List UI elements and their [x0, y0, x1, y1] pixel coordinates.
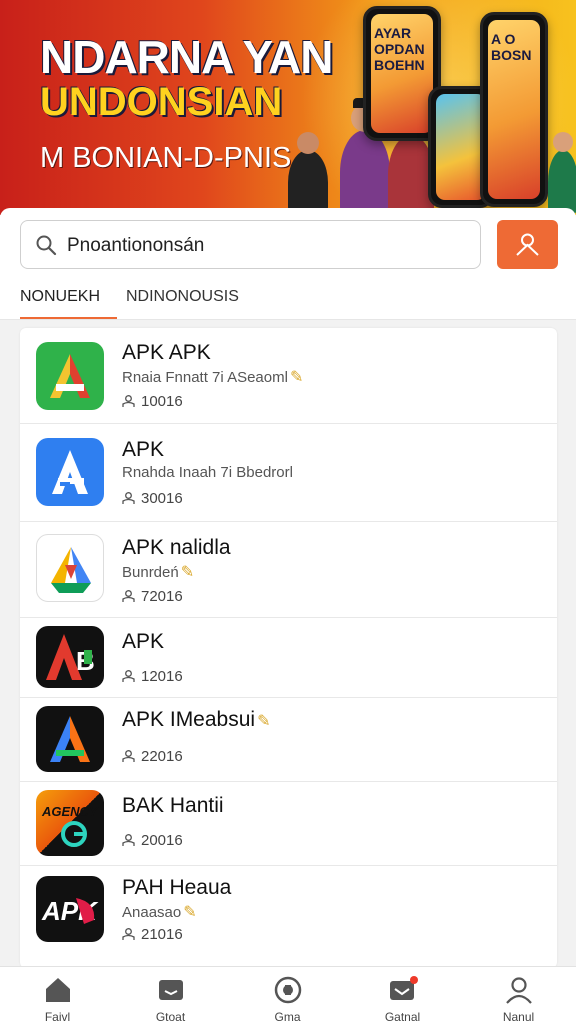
download-count: 72016: [122, 588, 183, 605]
nav-label: Gatnal: [384, 1010, 421, 1024]
search-value: Pnoantiononsán: [67, 235, 205, 256]
download-count: 20016: [122, 832, 183, 849]
nav-label: Gtoat: [155, 1010, 186, 1024]
app-title: APK: [122, 630, 165, 653]
user-count-icon: [122, 395, 135, 407]
list-item[interactable]: APK Rnahda Inaah 7i Bbedrorl 30016: [20, 424, 557, 522]
pencil-icon: ✎: [289, 369, 304, 386]
agency-icon: AGENCY: [36, 790, 104, 856]
pencil-icon: ✎: [257, 713, 271, 730]
banner-subtitle: UNDONSIAN: [40, 80, 283, 124]
nav-item-inbox[interactable]: Gatnal: [345, 967, 460, 1024]
user-count-icon: [122, 834, 135, 846]
list-item[interactable]: AGENCY BAK Hantii 20016: [20, 782, 557, 866]
nav-item-mail[interactable]: Gtoat: [113, 967, 228, 1024]
user-button[interactable]: [497, 220, 558, 269]
profile-icon: [505, 977, 532, 1004]
list-item[interactable]: APK IMeabsui ✎ 22016: [20, 698, 557, 782]
app-title: APK: [122, 438, 165, 461]
inbox-icon: [389, 976, 418, 1000]
user-count-icon: [122, 670, 135, 682]
nav-item-explore[interactable]: Gma: [230, 967, 345, 1024]
banner-phone-right: A O BOSN: [480, 12, 548, 207]
phone-left-text: AYAR OPDAN BOEHN: [374, 25, 425, 73]
app-description: Rnaia Fnnatt 7i ASeaoml ✎: [122, 369, 304, 386]
search-panel: Pnoantiononsán NONUEKH NDINONOUSIS: [0, 208, 576, 320]
phone-right-text: A O BOSN: [491, 31, 532, 63]
nav-label: Nanul: [502, 1010, 535, 1024]
list-item[interactable]: APK PAH Heaua Anaasao ✎ 21016: [20, 866, 557, 956]
banner-person-figure: [288, 132, 328, 215]
app-title: APK nalidla: [122, 536, 231, 559]
tab-nonuekh[interactable]: NONUEKH: [20, 288, 100, 306]
blue-a-icon: [36, 438, 104, 506]
banner-tagline: M BONIAN-D-PNIS: [40, 142, 292, 174]
app-title: BAK Hantii: [122, 794, 224, 817]
user-count-icon: [122, 590, 135, 602]
bottom-nav: Faivl Gtoat Gma Gatnal Nanul: [0, 966, 576, 1024]
banner-title: NDARNA YAN: [40, 31, 333, 83]
app-title: APK APK: [122, 341, 211, 364]
app-description: Anaasao ✎: [122, 904, 197, 921]
pencil-icon: ✎: [180, 564, 195, 581]
tab-ndinonousis[interactable]: NDINONOUSIS: [126, 288, 239, 306]
banner-person-figure: [340, 98, 390, 215]
compass-icon: [274, 976, 301, 1004]
user-count-icon: [122, 928, 135, 940]
green-a-icon: [36, 342, 104, 410]
black-ab-icon: B: [36, 626, 104, 688]
svg-text:AGENCY: AGENCY: [41, 804, 99, 819]
search-icon: [36, 235, 57, 256]
app-list: APK APK Rnaia Fnnatt 7i ASeaoml ✎ 10016 A…: [20, 328, 557, 968]
app-description: Rnahda Inaah 7i Bbedrorl: [122, 464, 293, 481]
black-a-triangle-icon: [36, 706, 104, 772]
download-count: 22016: [122, 748, 183, 765]
divider: [0, 319, 576, 320]
search-input[interactable]: Pnoantiononsán: [20, 220, 481, 269]
nav-label: Gma: [274, 1010, 301, 1024]
app-title: APK IMeabsui ✎: [122, 708, 271, 731]
list-item[interactable]: B APK 12016: [20, 618, 557, 698]
app-title: PAH Heaua: [122, 876, 232, 899]
list-item[interactable]: APK nalidla Bunrdeń ✎ 72016: [20, 522, 557, 618]
banner-person-figure: [548, 132, 576, 215]
user-count-icon: [122, 750, 135, 762]
home-icon: [45, 978, 70, 1002]
download-count: 21016: [122, 926, 183, 943]
nav-label: Faivl: [44, 1010, 71, 1024]
app-description: Bunrdeń ✎: [122, 564, 195, 581]
apk-logo-icon: APK: [36, 876, 104, 942]
download-count: 10016: [122, 393, 183, 410]
nav-item-profile[interactable]: Nanul: [461, 967, 576, 1024]
download-count: 30016: [122, 490, 183, 507]
user-icon: [516, 233, 539, 256]
user-count-icon: [122, 492, 135, 504]
colorful-a-icon: [36, 534, 104, 602]
nav-item-home[interactable]: Faivl: [0, 967, 115, 1024]
download-count: 12016: [122, 668, 183, 685]
list-item[interactable]: APK APK Rnaia Fnnatt 7i ASeaoml ✎ 10016: [20, 328, 557, 424]
promo-banner[interactable]: NDARNA YAN UNDONSIAN M BONIAN-D-PNIS AYA…: [0, 0, 576, 215]
pencil-icon: ✎: [183, 904, 197, 921]
mail-box-icon: [158, 980, 183, 1000]
